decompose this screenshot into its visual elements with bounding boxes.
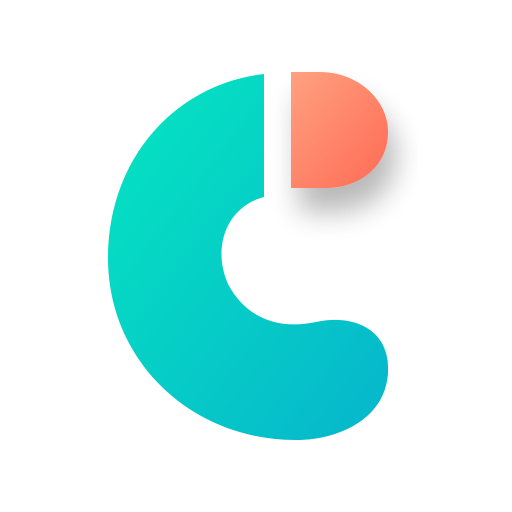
app-icon-canvas [0,0,512,512]
app-logo [108,72,389,440]
coral-tab-icon [291,72,388,188]
